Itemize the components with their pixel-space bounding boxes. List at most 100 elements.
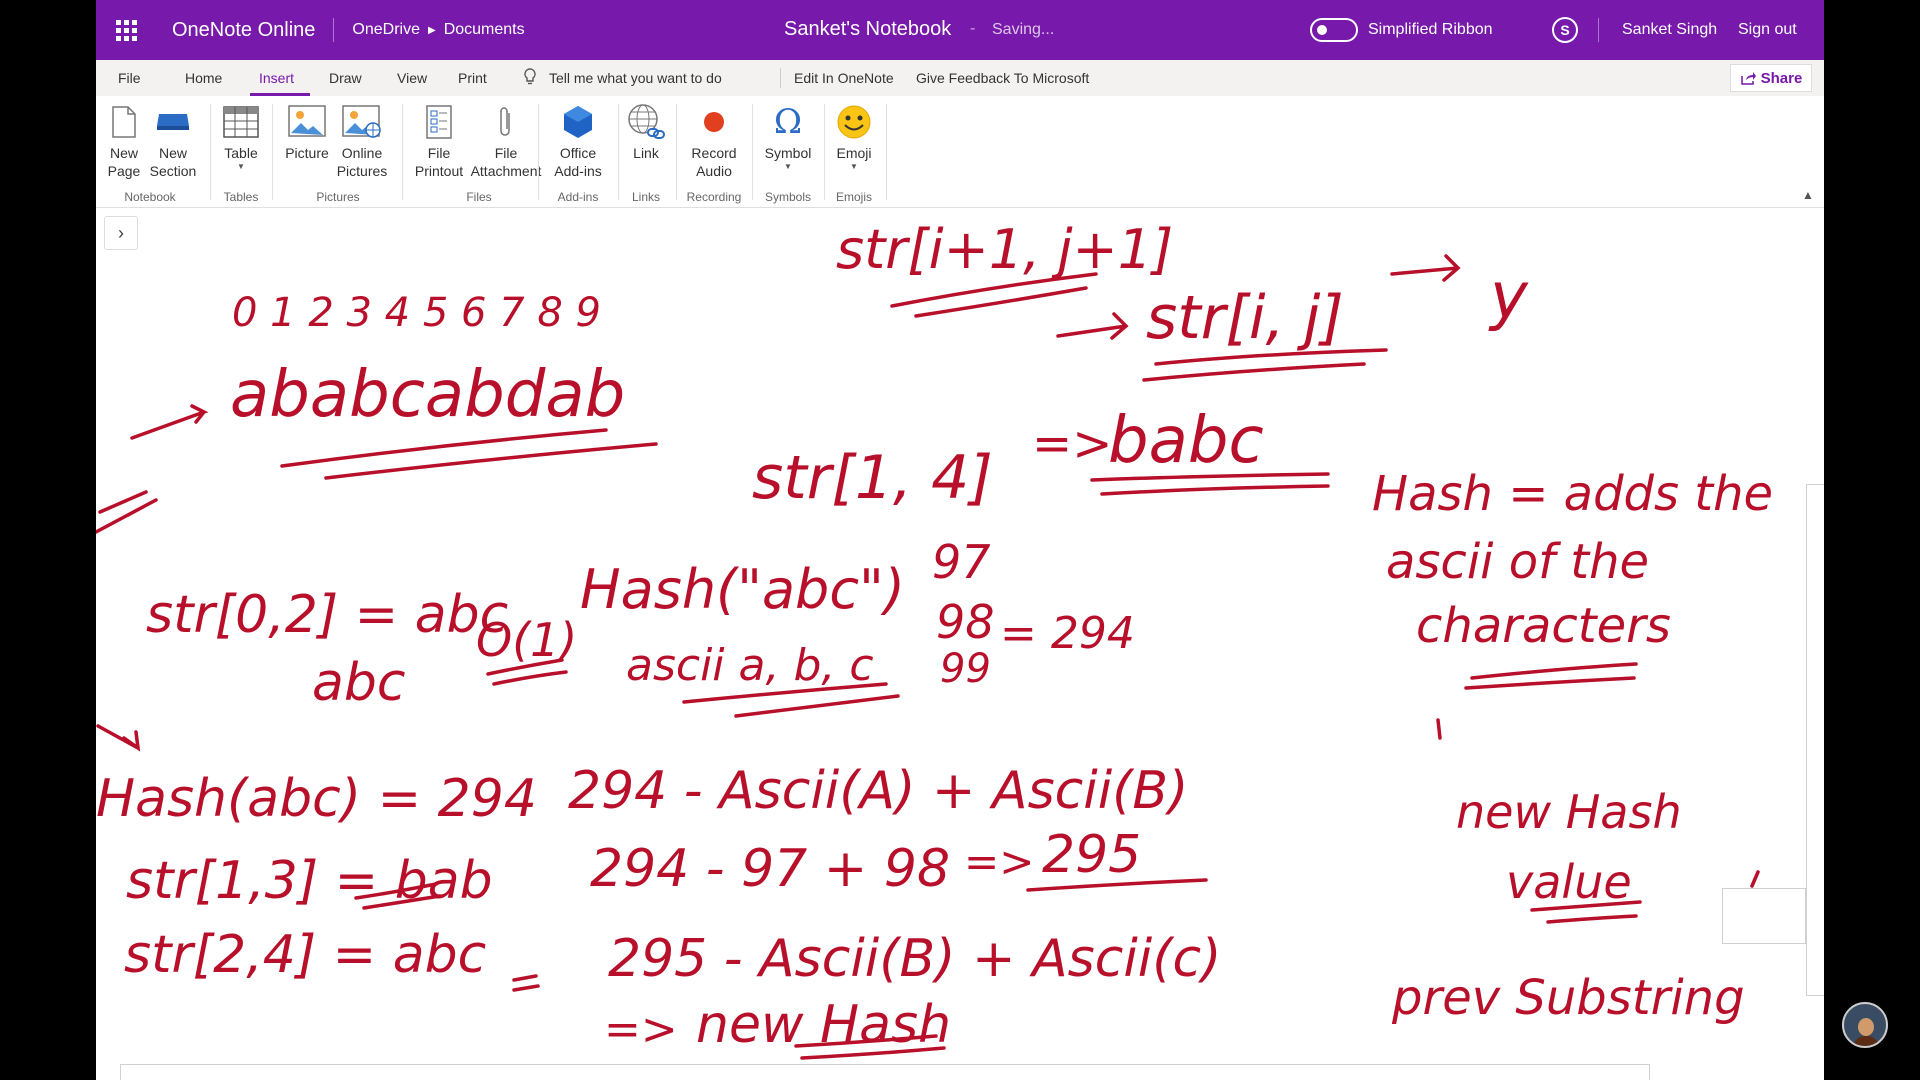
onenote-window: OneNote Online OneDrive ▶ Documents Sank… — [96, 0, 1824, 1080]
picture-label: Picture — [285, 145, 329, 161]
tab-draw[interactable]: Draw — [329, 70, 362, 86]
ink-underline — [1546, 914, 1638, 924]
group-divider — [886, 104, 887, 200]
give-feedback-link[interactable]: Give Feedback To Microsoft — [916, 70, 1089, 86]
ink-n99: 99 — [940, 646, 991, 692]
ink-arrow-new-hash: => — [604, 1004, 678, 1055]
ink-underline — [1464, 676, 1636, 690]
link-button[interactable]: Link — [626, 102, 666, 162]
file-printout-label-1: File — [427, 145, 451, 161]
presenter-avatar — [1842, 1002, 1888, 1048]
ink-hash-abc-eq: Hash(abc) = 294 — [96, 769, 537, 829]
breadcrumb-onedrive[interactable]: OneDrive — [352, 21, 420, 39]
note-container-outline[interactable] — [1722, 888, 1806, 944]
group-recording: Recording — [686, 190, 742, 204]
group-pictures: Pictures — [316, 190, 360, 204]
lightbulb-icon — [524, 68, 536, 85]
app-launcher-button[interactable] — [96, 0, 156, 60]
ink-str-24: str[2,4] = abc — [124, 925, 486, 985]
group-links: Links — [631, 190, 660, 204]
notebook-title[interactable]: Sanket's Notebook — [784, 18, 951, 41]
online-pictures-button[interactable]: Online Pictures — [332, 102, 392, 180]
group-divider — [824, 104, 825, 200]
tab-file[interactable]: File — [118, 70, 141, 86]
waffle-icon — [115, 19, 137, 41]
record-icon — [694, 102, 734, 142]
skype-icon[interactable]: S — [1552, 17, 1578, 43]
sign-out-link[interactable]: Sign out — [1738, 21, 1797, 39]
file-printout-label-2: Printout — [414, 163, 464, 179]
smiley-icon — [834, 102, 874, 142]
horizontal-scrollbar[interactable] — [120, 1064, 1650, 1080]
ink-underline — [1100, 484, 1330, 496]
ink-abc-word: abc — [312, 653, 405, 713]
ink-arrow — [1390, 254, 1461, 282]
file-attachment-button[interactable]: File Attachment — [468, 102, 544, 180]
user-name[interactable]: Sanket Singh — [1622, 21, 1717, 39]
simplified-ribbon-toggle[interactable] — [1310, 18, 1358, 42]
edit-in-onenote-link[interactable]: Edit In OneNote — [794, 70, 894, 86]
office-addins-button[interactable]: Office Add-ins — [546, 102, 610, 180]
new-page-button[interactable]: New Page — [106, 102, 142, 180]
share-button[interactable]: Share — [1730, 64, 1812, 92]
file-printout-button[interactable]: File Printout — [412, 102, 466, 180]
ink-calc3: 295 - Ascii(B) + Ascii(c) — [608, 929, 1221, 989]
app-name[interactable]: OneNote Online — [172, 19, 315, 42]
ink-calc1: 294 - Ascii(A) + Ascii(B) — [568, 761, 1188, 821]
share-label: Share — [1760, 69, 1803, 87]
ink-n97: 97 — [932, 535, 991, 589]
ink-underline — [734, 694, 900, 718]
online-pictures-label-1: Online — [341, 145, 383, 161]
picture-button[interactable]: Picture — [282, 102, 332, 162]
ink-underline — [1142, 362, 1366, 382]
chevron-down-icon: ▼ — [784, 162, 792, 171]
ink-result-295: 295 — [1042, 825, 1141, 885]
table-button[interactable]: Table ▼ — [220, 102, 262, 172]
record-audio-button[interactable]: Record Audio — [686, 102, 742, 180]
group-divider — [272, 104, 273, 200]
link-label: Link — [633, 145, 659, 161]
tab-view[interactable]: View — [397, 70, 427, 86]
ink-indices: 0 1 2 3 4 5 6 7 8 9 — [232, 290, 601, 336]
new-page-label-1: New — [109, 145, 138, 161]
symbol-button[interactable]: Ω Symbol ▼ — [760, 102, 816, 172]
collapse-ribbon-icon[interactable]: ▲ — [1802, 188, 1814, 202]
tab-insert[interactable]: Insert — [259, 70, 294, 86]
emoji-label: Emoji — [836, 145, 872, 161]
group-addins: Add-ins — [557, 190, 599, 204]
chevron-right-icon: › — [118, 222, 124, 243]
emoji-button[interactable]: Emoji ▼ — [830, 102, 878, 172]
ink-ascii-abc: ascii a, b, c — [626, 640, 874, 691]
new-section-label-2: Section — [149, 163, 197, 179]
tab-home[interactable]: Home — [185, 70, 222, 86]
ink-string: ababcabdab — [230, 358, 625, 432]
ink-arrow — [130, 404, 209, 440]
ink-layer: str[i+1, j+1] 0 1 2 3 4 5 6 7 8 9 ababca… — [96, 218, 1773, 1060]
paperclip-icon — [486, 102, 526, 142]
new-section-label-1: New — [158, 145, 187, 161]
group-divider — [618, 104, 619, 200]
ink-underline — [324, 442, 658, 480]
ink-arrow — [96, 724, 141, 752]
ink-str-14: str[1, 4] — [752, 443, 993, 513]
breadcrumb-documents[interactable]: Documents — [444, 21, 525, 39]
record-audio-label-2: Audio — [696, 163, 732, 179]
file-attachment-label-1: File — [494, 145, 518, 161]
expand-navigation-button[interactable]: › — [104, 216, 138, 250]
picture-icon — [287, 102, 327, 142]
side-panel-edge — [1806, 484, 1824, 996]
ink-str-02: str[0,2] = abc — [146, 585, 508, 645]
tell-me-search[interactable]: Tell me what you want to do — [549, 70, 722, 86]
status-separator: - — [970, 20, 976, 37]
chevron-down-icon: ▼ — [237, 162, 245, 171]
table-label: Table — [224, 145, 258, 161]
ink-calc2-arrow: => — [964, 837, 1034, 886]
ink-underline — [512, 974, 540, 992]
ink-arrow-babc: => — [1032, 416, 1112, 472]
office-addins-label-1: Office — [559, 145, 597, 161]
new-section-button[interactable]: New Section — [148, 102, 198, 180]
table-icon — [221, 102, 261, 142]
page-canvas[interactable]: str[i+1, j+1] 0 1 2 3 4 5 6 7 8 9 ababca… — [96, 208, 1824, 1080]
tab-print[interactable]: Print — [458, 70, 487, 86]
group-divider — [752, 104, 753, 200]
